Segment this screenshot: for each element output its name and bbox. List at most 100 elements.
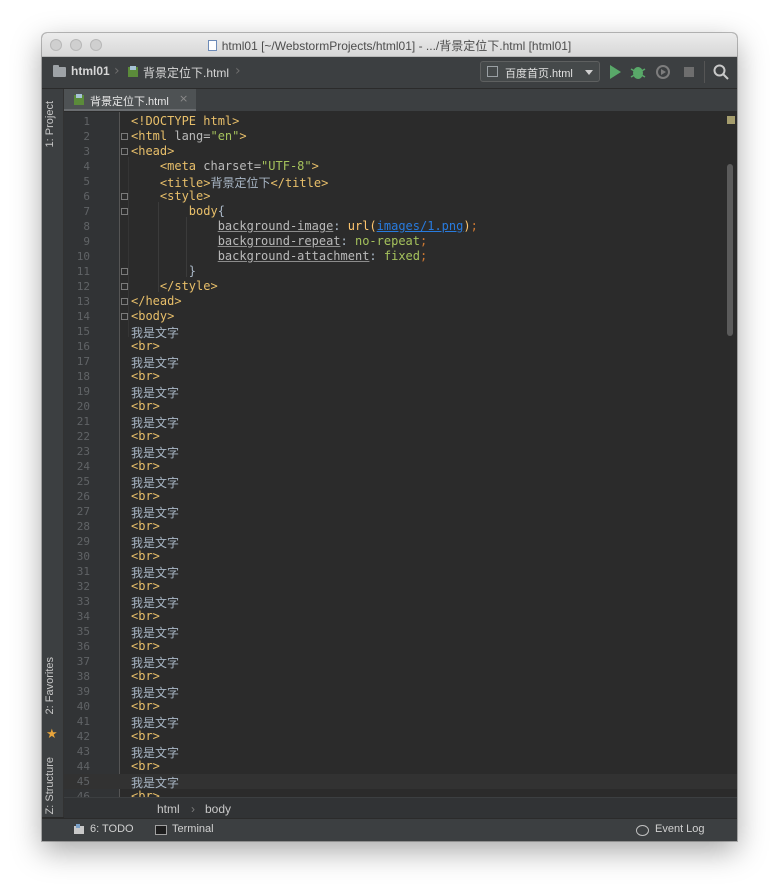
- structure-tool-tab[interactable]: Z: Structure: [44, 757, 56, 814]
- search-icon[interactable]: [712, 63, 730, 81]
- code-token: 我是文字: [131, 386, 180, 400]
- code-line[interactable]: 11 }: [64, 264, 737, 279]
- code-line[interactable]: 30 <br>: [64, 549, 737, 564]
- code-line[interactable]: 5 <title>背景定位下</title>: [64, 174, 737, 190]
- todo-tool-button[interactable]: 6: TODO: [90, 823, 134, 835]
- code-line[interactable]: 21 我是文字: [64, 414, 737, 430]
- fold-toggle-icon[interactable]: [121, 283, 128, 290]
- code-line[interactable]: 15 我是文字: [64, 324, 737, 340]
- breadcrumb-html[interactable]: html: [157, 802, 180, 816]
- run-configuration-select[interactable]: 百度首页.html: [480, 61, 600, 82]
- toolbar-divider: [704, 61, 705, 83]
- code-line[interactable]: 17 我是文字: [64, 354, 737, 370]
- code-line[interactable]: 45 我是文字: [64, 774, 737, 790]
- code-line[interactable]: 18 <br>: [64, 369, 737, 384]
- run-icon[interactable]: [606, 63, 624, 81]
- fold-toggle-icon[interactable]: [121, 133, 128, 140]
- code-line[interactable]: 8 background-image: url(images/1.png);: [64, 219, 737, 234]
- project-tool-label: 1: Project: [44, 101, 56, 148]
- code-line[interactable]: 39 我是文字: [64, 684, 737, 700]
- code-line[interactable]: 23 我是文字: [64, 444, 737, 460]
- fold-toggle-icon[interactable]: [121, 208, 128, 215]
- code-line[interactable]: 33 我是文字: [64, 594, 737, 610]
- code-line[interactable]: 41 我是文字: [64, 714, 737, 730]
- debug-icon[interactable]: [629, 63, 647, 81]
- code-line[interactable]: 22 <br>: [64, 429, 737, 444]
- code-line[interactable]: 43 我是文字: [64, 744, 737, 760]
- code-line[interactable]: 12 </style>: [64, 279, 737, 294]
- code-line[interactable]: 7 body{: [64, 204, 737, 219]
- code-token: 我是文字: [131, 656, 180, 670]
- fold-toggle-icon[interactable]: [121, 193, 128, 200]
- code-token: :: [340, 234, 355, 248]
- code-line[interactable]: 37 我是文字: [64, 654, 737, 670]
- code-line[interactable]: 42 <br>: [64, 729, 737, 744]
- code-line[interactable]: 6 <style>: [64, 189, 737, 204]
- code-line[interactable]: 4 <meta charset="UTF-8">: [64, 159, 737, 174]
- code-line[interactable]: 26 <br>: [64, 489, 737, 504]
- code-line[interactable]: 13 </head>: [64, 294, 737, 309]
- code-text: <br>: [131, 699, 160, 713]
- favorites-tool-tab[interactable]: 2: Favorites: [44, 657, 56, 714]
- fold-toggle-icon[interactable]: [121, 298, 128, 305]
- code-line[interactable]: 10 background-attachment: fixed;: [64, 249, 737, 264]
- code-line[interactable]: 31 我是文字: [64, 564, 737, 580]
- code-token: <title>: [131, 176, 211, 190]
- line-number: 34: [76, 610, 90, 623]
- breadcrumb-body[interactable]: body: [205, 802, 231, 816]
- stop-icon[interactable]: [680, 63, 698, 81]
- code-line[interactable]: 14 <body>: [64, 309, 737, 324]
- code-token: {: [217, 204, 225, 218]
- coverage-icon[interactable]: [654, 63, 672, 81]
- line-number: 3: [83, 145, 90, 158]
- code-token: </head>: [131, 294, 182, 308]
- todo-icon: [74, 824, 84, 834]
- line-number: 33: [76, 595, 90, 608]
- code-line[interactable]: 3 <head>: [64, 144, 737, 159]
- code-line[interactable]: 46 <br>: [64, 789, 737, 797]
- code-line[interactable]: 32 <br>: [64, 579, 737, 594]
- fold-toggle-icon[interactable]: [121, 313, 128, 320]
- code-token: <br>: [131, 519, 160, 533]
- event-log-button[interactable]: Event Log: [655, 823, 705, 835]
- line-number: 23: [76, 445, 90, 458]
- project-tool-tab[interactable]: 1: Project: [44, 101, 56, 147]
- code-line[interactable]: 9 background-repeat: no-repeat;: [64, 234, 737, 249]
- code-line[interactable]: 19 我是文字: [64, 384, 737, 400]
- code-line[interactable]: 24 <br>: [64, 459, 737, 474]
- code-text: <br>: [131, 339, 160, 353]
- code-line[interactable]: 2 <html lang="en">: [64, 129, 737, 144]
- fold-toggle-icon[interactable]: [121, 268, 128, 275]
- code-line[interactable]: 1 <!DOCTYPE html>: [64, 114, 737, 129]
- code-line[interactable]: 35 我是文字: [64, 624, 737, 640]
- code-line[interactable]: 40 <br>: [64, 699, 737, 714]
- code-text: <br>: [131, 489, 160, 503]
- code-line[interactable]: 34 <br>: [64, 609, 737, 624]
- close-tab-icon[interactable]: ×: [179, 92, 188, 105]
- code-line[interactable]: 27 我是文字: [64, 504, 737, 520]
- terminal-tool-button[interactable]: Terminal: [172, 823, 214, 835]
- editor-tab[interactable]: 背景定位下.html ×: [64, 89, 196, 111]
- code-line[interactable]: 16 <br>: [64, 339, 737, 354]
- line-number: 15: [76, 325, 90, 338]
- code-token: ;: [420, 234, 428, 248]
- navigation-bar: html01 › 背景定位下.html › 百度首页.html: [42, 57, 737, 89]
- fold-toggle-icon[interactable]: [121, 148, 128, 155]
- nav-project[interactable]: html01: [71, 64, 110, 78]
- code-line[interactable]: 29 我是文字: [64, 534, 737, 550]
- code-line[interactable]: 20 <br>: [64, 399, 737, 414]
- code-line[interactable]: 38 <br>: [64, 669, 737, 684]
- vertical-scrollbar[interactable]: [727, 164, 733, 336]
- line-number: 30: [76, 550, 90, 563]
- editor-tab-bar: 背景定位下.html ×: [64, 89, 737, 112]
- code-editor[interactable]: 1 <!DOCTYPE html> 2 <html lang="en"> 3 <head>…: [64, 112, 737, 797]
- code-line[interactable]: 28 <br>: [64, 519, 737, 534]
- code-text: <br>: [131, 399, 160, 413]
- code-text: <br>: [131, 459, 160, 473]
- code-token: background-repeat: [217, 234, 341, 248]
- code-line[interactable]: 44 <br>: [64, 759, 737, 774]
- code-line[interactable]: 25 我是文字: [64, 474, 737, 490]
- code-line[interactable]: 36 <br>: [64, 639, 737, 654]
- nav-file[interactable]: 背景定位下.html: [143, 64, 229, 81]
